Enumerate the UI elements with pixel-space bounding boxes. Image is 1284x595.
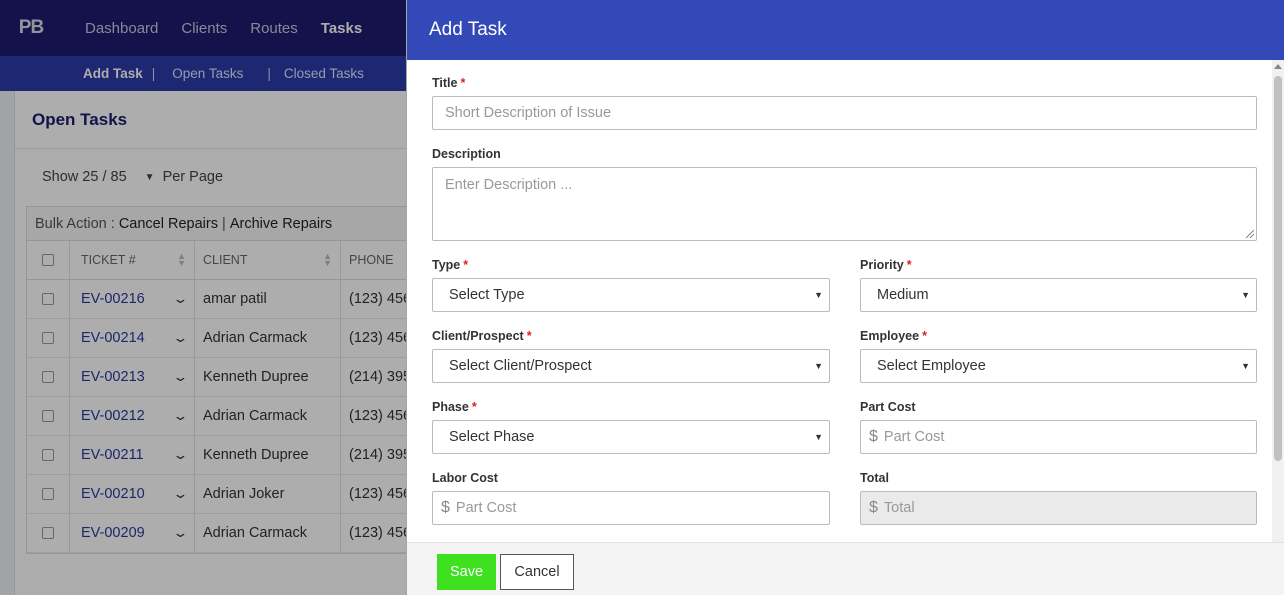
dollar-icon: $ bbox=[441, 499, 450, 516]
employee-value: Select Employee bbox=[877, 358, 986, 374]
caret-down-icon: ▼ bbox=[1241, 361, 1250, 371]
priority-value: Medium bbox=[877, 287, 929, 303]
save-button[interactable]: Save bbox=[437, 554, 496, 590]
labor-cost-input[interactable]: $ Part Cost bbox=[432, 491, 830, 525]
add-task-modal: Add Task Title * Short Description of Iss… bbox=[406, 0, 1284, 595]
phase-value: Select Phase bbox=[449, 429, 535, 445]
modal-scrollbar[interactable] bbox=[1272, 60, 1284, 542]
part-cost-label: Part Cost bbox=[860, 400, 916, 414]
caret-down-icon: ▼ bbox=[814, 361, 823, 371]
caret-down-icon: ▼ bbox=[814, 432, 823, 442]
scroll-up-icon[interactable] bbox=[1274, 64, 1282, 69]
modal-footer: Save Cancel bbox=[407, 542, 1284, 595]
resize-grip-icon[interactable] bbox=[1246, 230, 1254, 238]
phase-label: Phase bbox=[432, 400, 469, 414]
required-mark: * bbox=[471, 400, 477, 414]
description-label: Description bbox=[432, 147, 501, 161]
part-cost-input[interactable]: $ Part Cost bbox=[860, 420, 1257, 454]
type-value: Select Type bbox=[449, 287, 525, 303]
modal-title: Add Task bbox=[407, 0, 1284, 60]
type-label: Type bbox=[432, 258, 461, 272]
required-mark: * bbox=[460, 76, 466, 90]
modal-body: Title * Short Description of Issue Descri… bbox=[407, 60, 1273, 542]
modal-backdrop[interactable] bbox=[0, 0, 406, 595]
title-input[interactable]: Short Description of Issue bbox=[432, 96, 1257, 130]
description-textarea[interactable]: Enter Description ... bbox=[432, 167, 1257, 241]
required-mark: * bbox=[906, 258, 912, 272]
required-mark: * bbox=[526, 329, 532, 343]
client-select[interactable]: Select Client/Prospect ▼ bbox=[432, 349, 830, 383]
priority-select[interactable]: Medium ▼ bbox=[860, 278, 1257, 312]
employee-label: Employee bbox=[860, 329, 920, 343]
total-label: Total bbox=[860, 471, 889, 485]
description-placeholder: Enter Description ... bbox=[445, 177, 573, 193]
required-mark: * bbox=[463, 258, 469, 272]
labor-cost-label: Labor Cost bbox=[432, 471, 498, 485]
total-placeholder: Total bbox=[883, 500, 915, 516]
caret-down-icon: ▼ bbox=[814, 290, 823, 300]
labor-cost-placeholder: Part Cost bbox=[455, 500, 517, 516]
dollar-icon: $ bbox=[869, 428, 878, 445]
employee-select[interactable]: Select Employee ▼ bbox=[860, 349, 1257, 383]
required-mark: * bbox=[922, 329, 927, 343]
cancel-button[interactable]: Cancel bbox=[500, 554, 574, 590]
client-value: Select Client/Prospect bbox=[449, 358, 592, 374]
dollar-icon: $ bbox=[869, 499, 878, 516]
phase-select[interactable]: Select Phase ▼ bbox=[432, 420, 830, 454]
scrollbar-thumb[interactable] bbox=[1274, 76, 1282, 461]
type-select[interactable]: Select Type ▼ bbox=[432, 278, 830, 312]
title-label: Title bbox=[432, 76, 458, 90]
priority-label: Priority bbox=[860, 258, 904, 272]
total-input: $ Total bbox=[860, 491, 1257, 525]
caret-down-icon: ▼ bbox=[1241, 290, 1250, 300]
part-cost-placeholder: Part Cost bbox=[883, 429, 945, 445]
client-label: Client/Prospect bbox=[432, 329, 524, 343]
